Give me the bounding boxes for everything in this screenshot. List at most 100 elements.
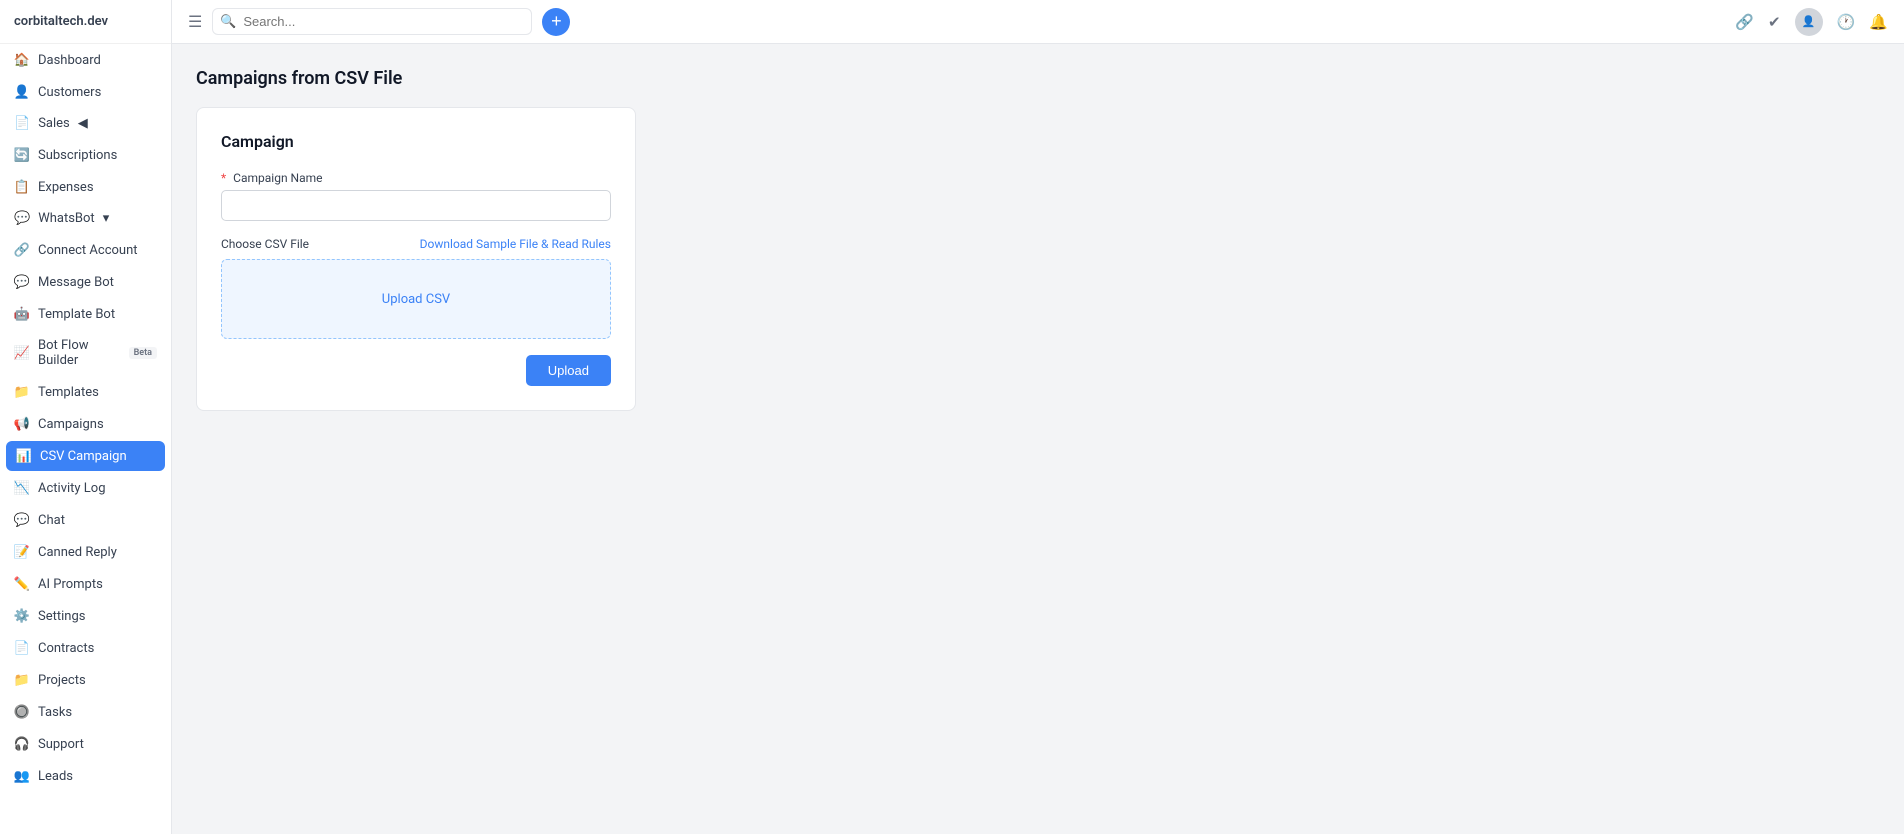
sidebar-item-bot-flow-builder[interactable]: 📈 Bot Flow Builder Beta bbox=[0, 330, 171, 376]
search-icon: 🔍 bbox=[220, 14, 236, 29]
content-area: Campaigns from CSV File Campaign * Campa… bbox=[172, 44, 1904, 834]
customers-icon: 👤 bbox=[14, 84, 30, 100]
sidebar-label-activity-log: Activity Log bbox=[38, 481, 157, 496]
expenses-icon: 📋 bbox=[14, 179, 30, 195]
sidebar-item-campaigns[interactable]: 📢 Campaigns bbox=[0, 408, 171, 440]
sidebar-item-canned-reply[interactable]: 📝 Canned Reply bbox=[0, 536, 171, 568]
sidebar-item-support[interactable]: 🎧 Support bbox=[0, 728, 171, 760]
csv-download-link[interactable]: Download Sample File & Read Rules bbox=[420, 237, 611, 251]
check-icon[interactable]: ✔ bbox=[1768, 13, 1781, 31]
contracts-icon: 📄 bbox=[14, 640, 30, 656]
sidebar-item-tasks[interactable]: 🔘 Tasks bbox=[0, 696, 171, 728]
sidebar-label-whatsbot: WhatsBot bbox=[38, 211, 95, 226]
sidebar-label-message-bot: Message Bot bbox=[38, 275, 157, 290]
sidebar-item-whatsbot[interactable]: 💬 WhatsBot ▾ bbox=[0, 203, 171, 234]
csv-campaign-icon: 📊 bbox=[16, 448, 32, 464]
beta-badge: Beta bbox=[129, 347, 157, 359]
ai-prompts-icon: ✏️ bbox=[14, 576, 30, 592]
activity-log-icon: 📉 bbox=[14, 480, 30, 496]
sidebar-label-projects: Projects bbox=[38, 673, 157, 688]
share-icon[interactable]: 🔗 bbox=[1735, 13, 1754, 31]
leads-icon: 👥 bbox=[14, 768, 30, 784]
templates-icon: 📁 bbox=[14, 384, 30, 400]
form-actions: Upload bbox=[221, 355, 611, 386]
sidebar-label-settings: Settings bbox=[38, 609, 157, 624]
sidebar-label-sales: Sales bbox=[38, 116, 70, 131]
whatsbot-icon: 💬 bbox=[14, 211, 30, 226]
site-logo: corbitaltech.dev bbox=[0, 0, 171, 44]
sidebar-item-csv-campaign[interactable]: 📊 CSV Campaign bbox=[6, 441, 165, 471]
topbar: ☰ 🔍 + 🔗 ✔ 👤 🕐 🔔 bbox=[172, 0, 1904, 44]
dashboard-icon: 🏠 bbox=[14, 52, 30, 68]
page-title: Campaigns from CSV File bbox=[196, 68, 1880, 89]
sidebar-label-support: Support bbox=[38, 737, 157, 752]
sidebar-label-canned-reply: Canned Reply bbox=[38, 545, 157, 560]
sidebar-label-templates: Templates bbox=[38, 385, 157, 400]
sidebar-item-message-bot[interactable]: 💬 Message Bot bbox=[0, 266, 171, 298]
sidebar-item-subscriptions[interactable]: 🔄 Subscriptions bbox=[0, 139, 171, 171]
sidebar-item-sales[interactable]: 📄 Sales ◀ bbox=[0, 108, 171, 139]
bot-flow-builder-icon: 📈 bbox=[14, 345, 30, 361]
main-content: ☰ 🔍 + 🔗 ✔ 👤 🕐 🔔 Campaigns from CSV File … bbox=[172, 0, 1904, 834]
search-input[interactable] bbox=[212, 8, 532, 35]
sidebar-item-projects[interactable]: 📁 Projects bbox=[0, 664, 171, 696]
sidebar-item-expenses[interactable]: 📋 Expenses bbox=[0, 171, 171, 203]
csv-file-group: Choose CSV File Download Sample File & R… bbox=[221, 237, 611, 339]
message-bot-icon: 💬 bbox=[14, 274, 30, 290]
sidebar-label-csv-campaign: CSV Campaign bbox=[40, 449, 155, 464]
sidebar-label-subscriptions: Subscriptions bbox=[38, 148, 157, 163]
whatsbot-chevron-icon: ▾ bbox=[103, 211, 110, 226]
sidebar-label-contracts: Contracts bbox=[38, 641, 157, 656]
search-wrap: 🔍 bbox=[212, 8, 532, 35]
sidebar-label-campaigns: Campaigns bbox=[38, 417, 157, 432]
projects-icon: 📁 bbox=[14, 672, 30, 688]
sidebar-label-tasks: Tasks bbox=[38, 705, 157, 720]
sidebar-label-template-bot: Template Bot bbox=[38, 307, 157, 322]
upload-button[interactable]: Upload bbox=[526, 355, 611, 386]
settings-icon: ⚙️ bbox=[14, 608, 30, 624]
campaign-name-group: * Campaign Name bbox=[221, 171, 611, 221]
sidebar-item-template-bot[interactable]: 🤖 Template Bot bbox=[0, 298, 171, 330]
site-domain-text: corbitaltech.dev bbox=[14, 14, 108, 29]
add-button[interactable]: + bbox=[542, 8, 570, 36]
sidebar-label-leads: Leads bbox=[38, 769, 157, 784]
sidebar-item-contracts[interactable]: 📄 Contracts bbox=[0, 632, 171, 664]
sidebar-label-chat: Chat bbox=[38, 513, 157, 528]
sidebar-item-activity-log[interactable]: 📉 Activity Log bbox=[0, 472, 171, 504]
connect-account-icon: 🔗 bbox=[14, 242, 30, 258]
clock-icon[interactable]: 🕐 bbox=[1837, 13, 1856, 31]
sidebar-item-ai-prompts[interactable]: ✏️ AI Prompts bbox=[0, 568, 171, 600]
chat-icon: 💬 bbox=[14, 512, 30, 528]
bell-icon[interactable]: 🔔 bbox=[1869, 13, 1888, 31]
template-bot-icon: 🤖 bbox=[14, 306, 30, 322]
campaigns-icon: 📢 bbox=[14, 416, 30, 432]
sidebar-item-leads[interactable]: 👥 Leads bbox=[0, 760, 171, 792]
sidebar-item-templates[interactable]: 📁 Templates bbox=[0, 376, 171, 408]
upload-csv-text: Upload CSV bbox=[382, 292, 450, 307]
campaign-name-label-text: Campaign Name bbox=[233, 171, 322, 185]
sales-icon: 📄 bbox=[14, 116, 30, 131]
csv-file-label: Choose CSV File bbox=[221, 237, 309, 251]
menu-toggle-icon[interactable]: ☰ bbox=[188, 12, 202, 31]
campaign-name-input[interactable] bbox=[221, 190, 611, 221]
sidebar-item-chat[interactable]: 💬 Chat bbox=[0, 504, 171, 536]
csv-section-header: Choose CSV File Download Sample File & R… bbox=[221, 237, 611, 251]
campaign-card: Campaign * Campaign Name Choose CSV File… bbox=[196, 107, 636, 411]
csv-upload-area[interactable]: Upload CSV bbox=[221, 259, 611, 339]
sidebar-label-bot-flow-builder: Bot Flow Builder bbox=[38, 338, 117, 368]
sidebar-label-ai-prompts: AI Prompts bbox=[38, 577, 157, 592]
sidebar-item-connect-account[interactable]: 🔗 Connect Account bbox=[0, 234, 171, 266]
avatar[interactable]: 👤 bbox=[1795, 8, 1823, 36]
sidebar-label-connect-account: Connect Account bbox=[38, 243, 157, 258]
sidebar-item-settings[interactable]: ⚙️ Settings bbox=[0, 600, 171, 632]
campaign-name-label: * Campaign Name bbox=[221, 171, 611, 185]
subscriptions-icon: 🔄 bbox=[14, 147, 30, 163]
sidebar-label-customers: Customers bbox=[38, 85, 157, 100]
sidebar: corbitaltech.dev 🏠 Dashboard 👤 Customers… bbox=[0, 0, 172, 834]
sales-chevron-icon: ◀ bbox=[78, 116, 88, 131]
card-title: Campaign bbox=[221, 132, 611, 151]
sidebar-item-customers[interactable]: 👤 Customers bbox=[0, 76, 171, 108]
sidebar-label-dashboard: Dashboard bbox=[38, 53, 157, 68]
sidebar-label-expenses: Expenses bbox=[38, 180, 157, 195]
sidebar-item-dashboard[interactable]: 🏠 Dashboard bbox=[0, 44, 171, 76]
